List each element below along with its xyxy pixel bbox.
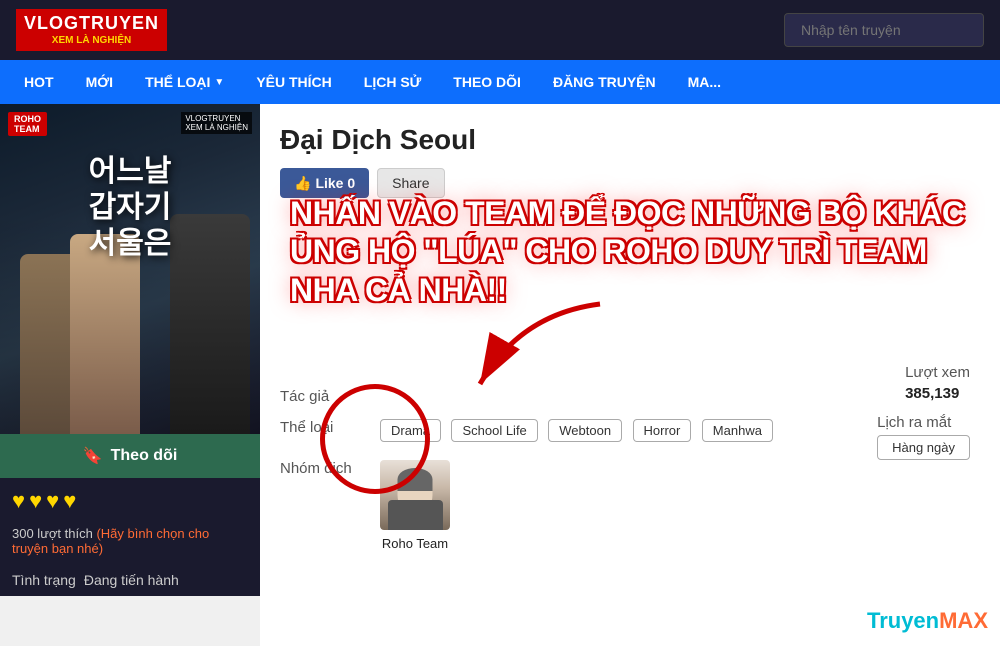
share-button[interactable]: Share <box>377 168 444 198</box>
logo-box: VLOGTRUYEN XEM LÀ NGHIỆN <box>16 9 167 51</box>
info-section: Tác giả Thể loại Drama School Life Webto… <box>280 388 980 551</box>
release-label: Lịch ra mắt <box>877 414 970 431</box>
author-label: Tác giả <box>280 388 360 405</box>
share-label: Share <box>392 175 429 191</box>
roho-badge: ROHOTEAM <box>8 112 47 136</box>
views-value: 385,139 <box>905 385 970 402</box>
genres-label: Thể loại <box>280 419 360 436</box>
release-badge: Hàng ngày <box>877 435 970 460</box>
vlog-watermark: VLOGTRUYENXEM LÀ NGHIỆN <box>181 112 252 134</box>
views-section: Lượt xem 385,139 <box>905 364 970 402</box>
logo-sub-text: XEM LÀ NGHIỆN <box>24 35 159 47</box>
release-section: Lịch ra mắt Hàng ngày <box>877 414 970 460</box>
heart-2[interactable]: ♥ <box>29 488 42 514</box>
likes-count: 300 lượt thích <box>12 526 93 541</box>
avatar-inner <box>380 460 450 530</box>
hearts-section: ♥ ♥ ♥ ♥ <box>0 478 260 524</box>
bookmark-icon: 🔖 <box>83 446 103 466</box>
follow-label: Theo dõi <box>111 447 178 465</box>
cover-image: ROHOTEAM VLOGTRUYENXEM LÀ NGHIỆN 어느날갑자기서… <box>0 104 260 434</box>
heart-1[interactable]: ♥ <box>12 488 25 514</box>
genres-row: Thể loại Drama School Life Webtoon Horro… <box>280 419 980 446</box>
author-row: Tác giả <box>280 388 980 405</box>
genres-list: Drama School Life Webtoon Horror Manhwa <box>380 419 779 446</box>
logo-main-text: VLOGTRUYEN <box>24 13 159 35</box>
nav-favorites[interactable]: YÊU THÍCH <box>240 60 347 104</box>
genre-horror[interactable]: Horror <box>633 419 692 442</box>
watermark-bottom: NetTruyenMAX <box>832 608 988 634</box>
main-content: ROHOTEAM VLOGTRUYENXEM LÀ NGHIỆN 어느날갑자기서… <box>0 104 1000 646</box>
status-label: Tình trạng <box>12 572 76 588</box>
heart-3[interactable]: ♥ <box>46 488 59 514</box>
nav-history[interactable]: LỊCH SỬ <box>348 60 438 104</box>
search-input[interactable] <box>784 13 984 47</box>
status-value: Đang tiến hành <box>84 572 179 588</box>
genre-webtoon[interactable]: Webtoon <box>548 419 622 442</box>
nav-hot[interactable]: HOT <box>8 60 70 104</box>
header: VLOGTRUYEN XEM LÀ NGHIỆN <box>0 0 1000 60</box>
team-avatar[interactable] <box>380 460 450 530</box>
right-panel: Đại Dịch Seoul 👍 Like 0 Share NHẤN VÀO T… <box>260 104 1000 646</box>
status-row: Tình trạng Đang tiến hành <box>0 564 260 596</box>
heart-4[interactable]: ♥ <box>63 488 76 514</box>
announcement-text: NHẤN VÀO TEAM ĐỂ ĐỌC NHỮNG BỘ KHÁC ỦNG H… <box>290 194 980 309</box>
cover-kr-text: 어느날갑자기서울은 <box>16 154 244 262</box>
views-label: Lượt xem <box>905 364 970 381</box>
group-row: Nhóm dịch Roho Team <box>280 460 980 551</box>
like-label: Like 0 <box>315 175 355 191</box>
manga-title: Đại Dịch Seoul <box>280 124 980 156</box>
likes-info: 300 lượt thích (Hãy bình chọn cho truyện… <box>0 524 260 564</box>
team-name: Roho Team <box>382 536 448 551</box>
logo[interactable]: VLOGTRUYEN XEM LÀ NGHIỆN <box>16 9 167 51</box>
follow-button[interactable]: 🔖 Theo dõi <box>0 434 260 478</box>
nav-upload[interactable]: ĐĂNG TRUYỆN <box>537 60 672 104</box>
watermark-net: Net <box>832 608 867 633</box>
group-label: Nhóm dịch <box>280 460 360 477</box>
nav-new[interactable]: MỚI <box>70 60 130 104</box>
thumbs-icon: 👍 <box>294 175 311 192</box>
nav-follow[interactable]: THEO DÕI <box>437 60 537 104</box>
watermark-truyen: Truyen <box>867 608 939 633</box>
genre-school[interactable]: School Life <box>451 419 537 442</box>
like-button[interactable]: 👍 Like 0 <box>280 168 369 198</box>
team-member: Roho Team <box>380 460 450 551</box>
genre-drama[interactable]: Drama <box>380 419 441 442</box>
genre-manhwa[interactable]: Manhwa <box>702 419 773 442</box>
nav-more[interactable]: MA... <box>672 60 737 104</box>
watermark-max: MAX <box>939 608 988 633</box>
left-panel: ROHOTEAM VLOGTRUYENXEM LÀ NGHIỆN 어느날갑자기서… <box>0 104 260 646</box>
action-buttons: 👍 Like 0 Share <box>280 168 980 198</box>
nav-genres[interactable]: THỂ LOẠI ▼ <box>129 60 240 104</box>
navigation: HOT MỚI THỂ LOẠI ▼ YÊU THÍCH LỊCH SỬ THE… <box>0 60 1000 104</box>
